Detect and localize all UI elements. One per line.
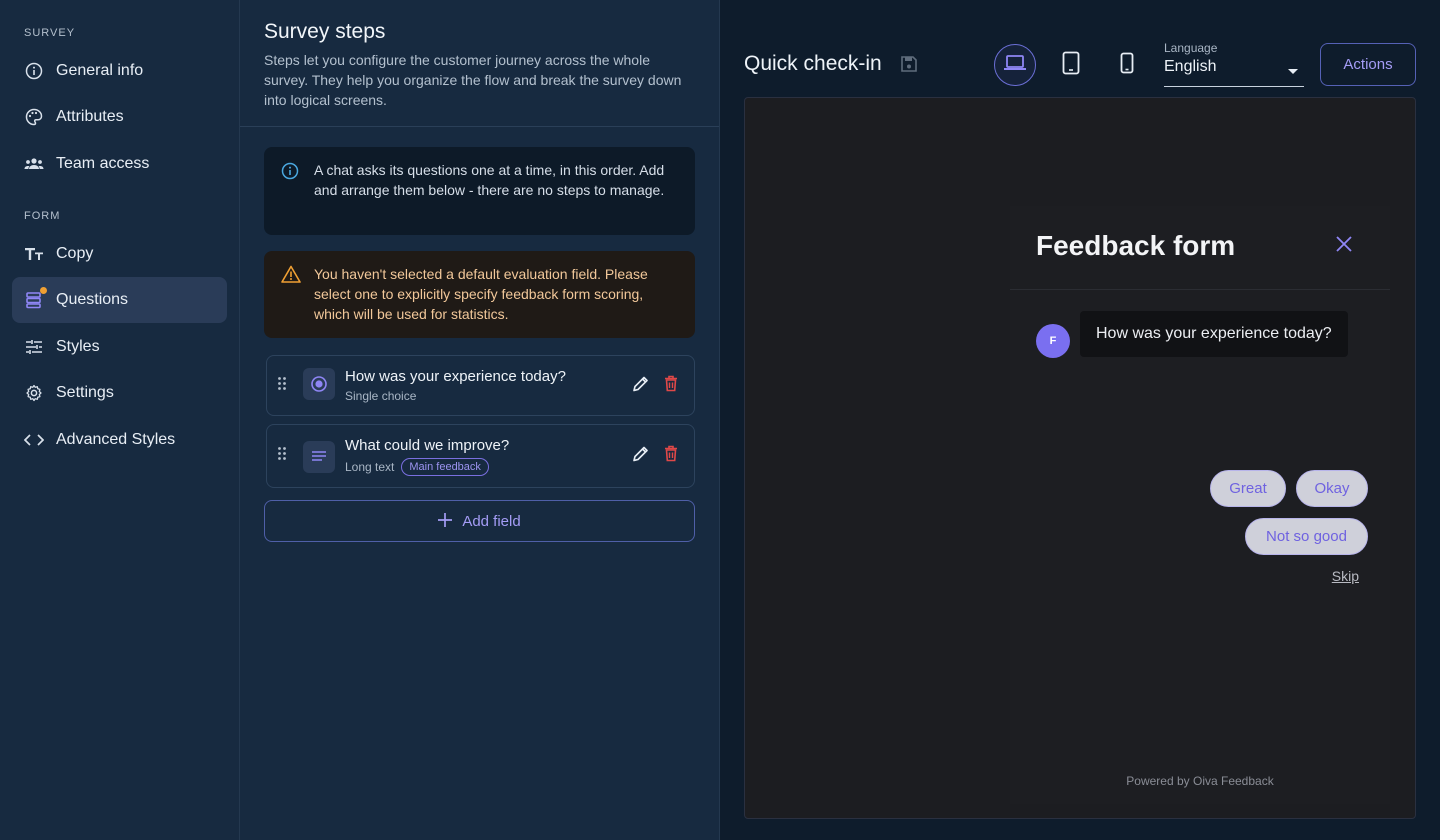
info-icon (24, 61, 44, 81)
question-type: Single choice (345, 389, 417, 403)
phone-view-button[interactable] (1106, 44, 1148, 86)
skip-link[interactable]: Skip (1332, 568, 1359, 584)
long-text-icon (303, 441, 335, 473)
sidebar-item-team-access[interactable]: Team access (12, 141, 227, 187)
tablet-icon (1062, 51, 1080, 80)
choice-button[interactable]: Not so good (1245, 518, 1368, 555)
close-icon[interactable] (1336, 236, 1352, 257)
sidebar-item-settings[interactable]: Settings (12, 370, 227, 416)
warning-message-text: You haven't selected a default evaluatio… (314, 266, 648, 322)
phone-icon (1120, 52, 1134, 79)
preview-frame: Feedback form F How was your experience … (744, 97, 1416, 819)
sidebar-item-label: General info (56, 62, 144, 79)
drag-handle-icon[interactable] (277, 447, 287, 466)
choice-button[interactable]: Great (1210, 470, 1286, 507)
sidebar-item-advanced-styles[interactable]: Advanced Styles (12, 417, 227, 463)
edit-icon[interactable] (632, 445, 650, 468)
sidebar-item-label: Questions (56, 291, 129, 308)
preview-area: Quick check-in Language English Actions … (720, 0, 1440, 840)
text-icon (24, 244, 44, 264)
section-label-form: FORM (24, 210, 61, 222)
laptop-view-button[interactable] (994, 44, 1036, 86)
sidebar-item-label: Advanced Styles (56, 431, 176, 448)
section-label-survey: SURVEY (24, 27, 76, 39)
info-message-text: A chat asks its questions one at a time,… (314, 162, 665, 198)
avatar: F (1036, 324, 1070, 358)
delete-icon[interactable] (664, 445, 678, 467)
tablet-view-button[interactable] (1050, 44, 1092, 86)
divider (240, 126, 719, 127)
powered-by-footer: Powered by Oiva Feedback (1126, 774, 1274, 788)
palette-icon (24, 107, 44, 127)
sidebar-item-label: Copy (56, 245, 94, 262)
chat-question-bubble: How was your experience today? (1080, 311, 1348, 357)
gear-icon (24, 383, 44, 403)
widget-title: Feedback form (1036, 230, 1236, 261)
warning-icon (281, 265, 301, 288)
warning-message: You haven't selected a default evaluatio… (264, 251, 695, 338)
team-icon (24, 154, 44, 174)
laptop-icon (1003, 54, 1027, 77)
feedback-widget: Feedback form F How was your experience … (1010, 206, 1390, 804)
page-description: Steps let you configure the customer jou… (264, 52, 682, 108)
edit-icon[interactable] (632, 374, 650, 397)
survey-steps-panel: Survey steps Steps let you configure the… (240, 0, 720, 840)
sidebar-item-label: Attributes (56, 108, 124, 125)
language-select[interactable]: English (1164, 58, 1304, 87)
language-label: Language (1164, 41, 1218, 55)
sidebar-item-styles[interactable]: Styles (12, 324, 227, 370)
code-icon (24, 430, 44, 450)
save-icon[interactable] (900, 55, 918, 78)
add-field-button[interactable]: Add field (264, 500, 695, 542)
form-name: Quick check-in (744, 52, 882, 75)
radio-icon (303, 368, 335, 400)
page-title: Survey steps (264, 20, 386, 43)
sidebar-item-general-info[interactable]: General info (12, 48, 227, 94)
question-item[interactable]: What could we improve? Long text Main fe… (266, 424, 695, 488)
info-message: A chat asks its questions one at a time,… (264, 147, 695, 235)
sidebar: SURVEY General info Attributes Team acce… (0, 0, 240, 840)
sliders-icon (24, 337, 44, 357)
sidebar-item-attributes[interactable]: Attributes (12, 94, 227, 140)
delete-icon[interactable] (664, 375, 678, 397)
language-value: English (1164, 58, 1217, 75)
widget-header: Feedback form (1010, 206, 1390, 290)
main-feedback-tag: Main feedback (401, 458, 489, 476)
info-icon (281, 162, 299, 185)
actions-button[interactable]: Actions (1320, 43, 1416, 86)
sidebar-item-questions[interactable]: Questions (12, 277, 227, 323)
question-title: How was your experience today? (345, 368, 566, 385)
chevron-down-icon (1288, 69, 1298, 74)
question-type: Long text Main feedback (345, 458, 489, 476)
plus-icon (438, 511, 453, 531)
add-field-label: Add field (462, 512, 521, 530)
sidebar-item-copy[interactable]: Copy (12, 231, 227, 277)
notification-dot (40, 287, 47, 294)
drag-handle-icon[interactable] (277, 376, 287, 395)
sidebar-item-label: Team access (56, 155, 150, 172)
question-title: What could we improve? (345, 437, 510, 454)
choice-button[interactable]: Okay (1296, 470, 1368, 507)
questions-icon (24, 287, 47, 310)
sidebar-item-label: Styles (56, 338, 100, 355)
question-item[interactable]: How was your experience today? Single ch… (266, 355, 695, 416)
sidebar-item-label: Settings (56, 384, 114, 401)
